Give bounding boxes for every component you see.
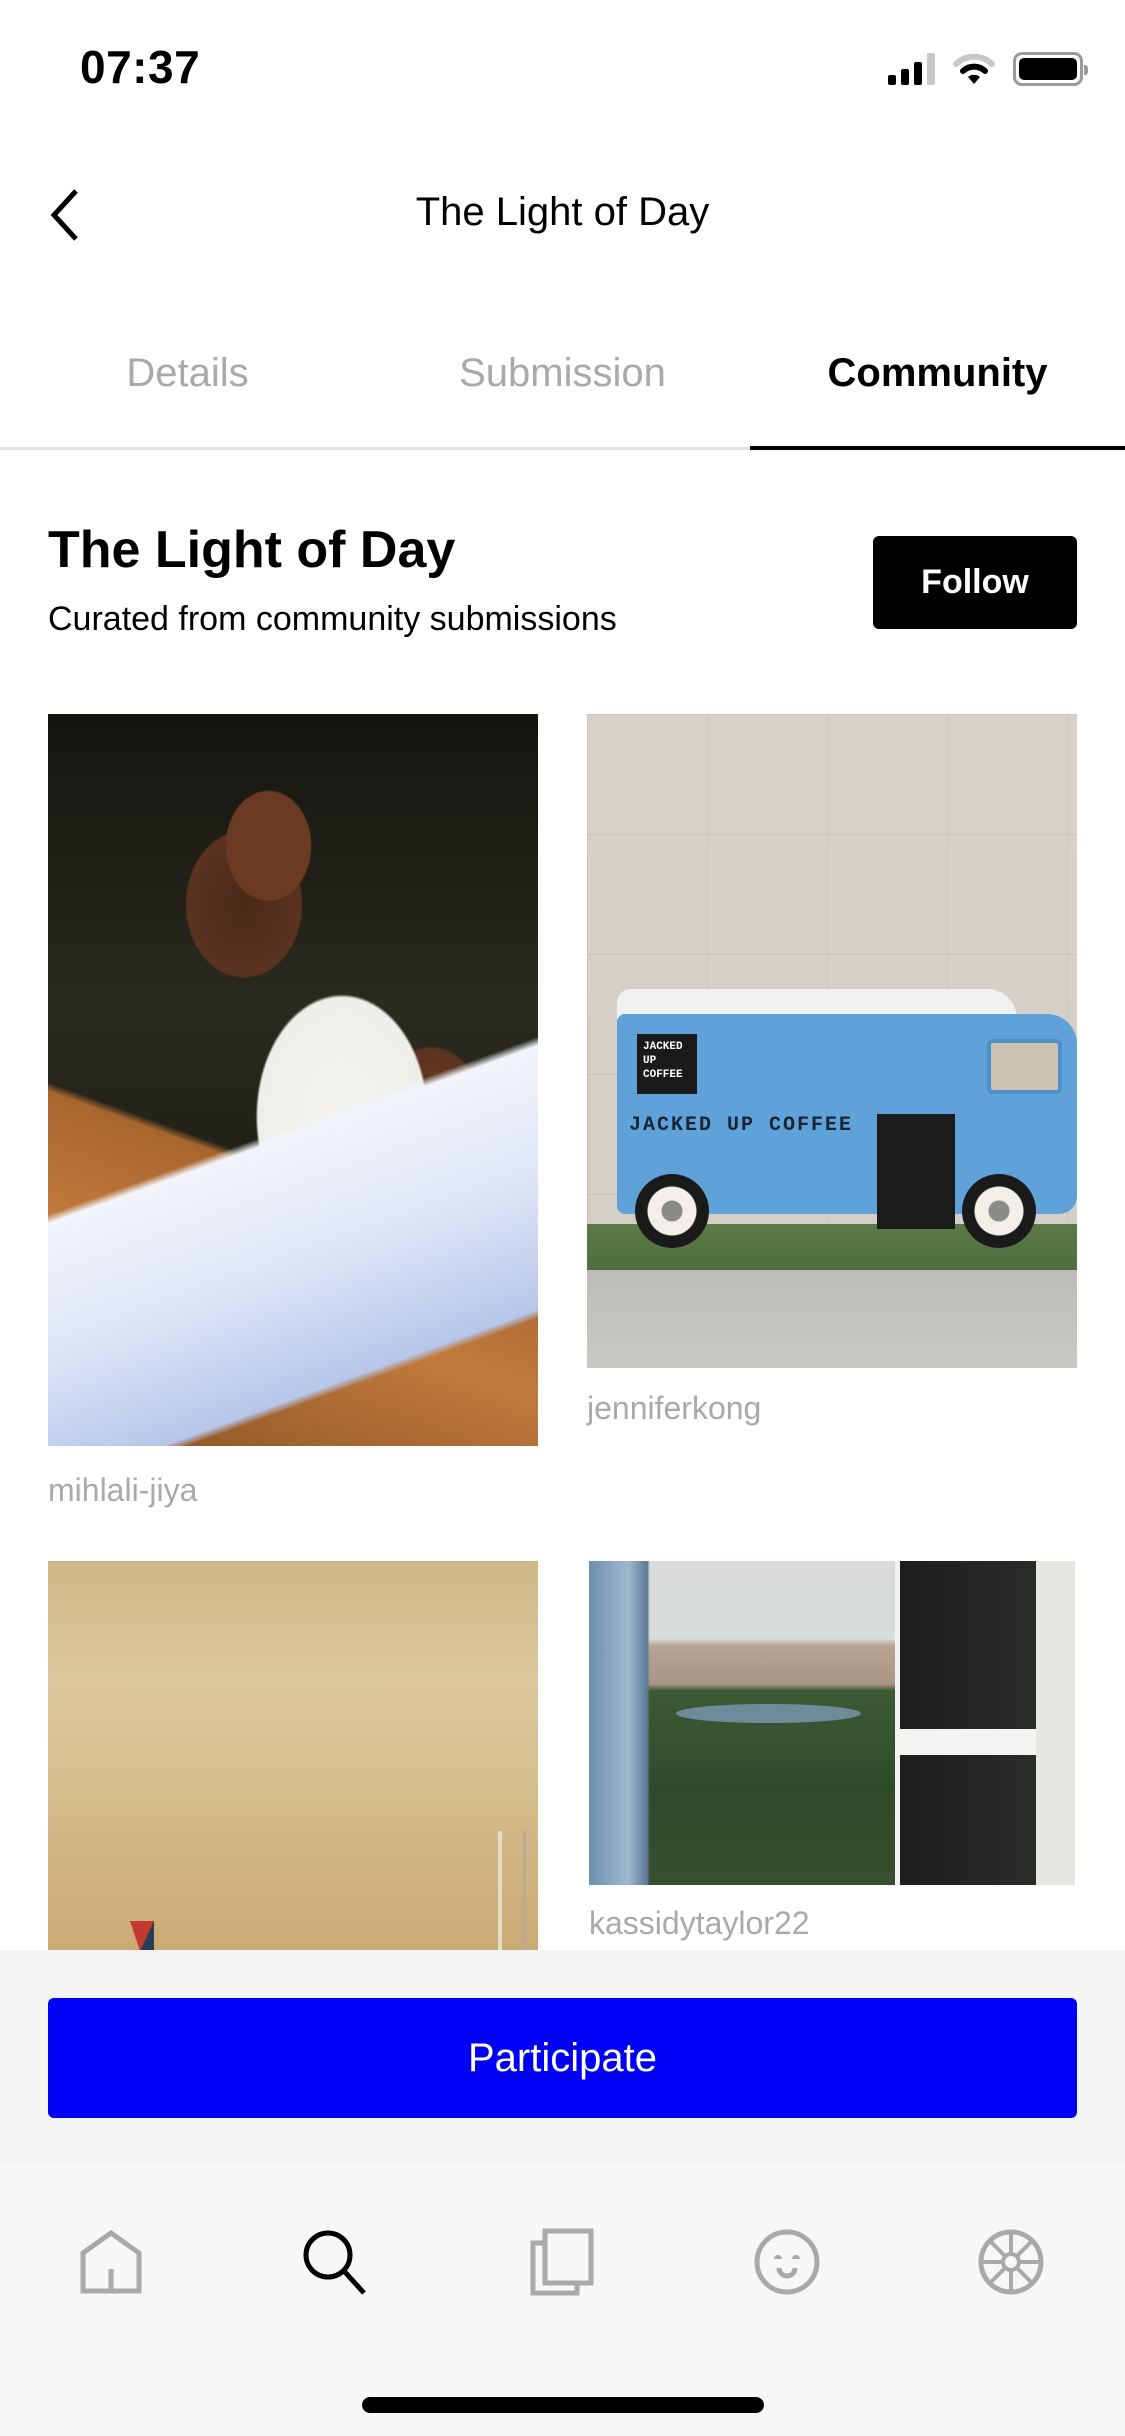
status-icons [888,52,1088,86]
tab-bar-collections[interactable] [517,2217,607,2307]
status-bar: 07:37 [0,0,1125,140]
submission-card[interactable]: JACKED UP COFFEE JACKED UP COFFEE jennif… [587,714,1077,1454]
submission-photo-coffee-truck[interactable]: JACKED UP COFFEE JACKED UP COFFEE [587,714,1077,1368]
home-indicator [362,2397,764,2413]
tab-details[interactable]: Details [0,300,375,447]
aperture-icon [978,2229,1044,2295]
search-icon [303,2230,366,2295]
navigation-bar: The Light of Day [0,160,1125,270]
nav-title: The Light of Day [415,190,710,234]
submission-photo-sky[interactable] [48,1561,538,1951]
tab-bar-home[interactable] [66,2217,156,2307]
coffee-truck-illustration: JACKED UP COFFEE JACKED UP COFFEE [617,989,1077,1248]
tab-bar-profile[interactable] [966,2217,1056,2307]
submission-photo-portrait[interactable] [48,714,538,1446]
tab-bar-search[interactable] [290,2217,380,2307]
submission-author[interactable]: jenniferkong [587,1390,761,1427]
plane-tail-shape [130,1921,154,1951]
participate-bar: Participate [0,1950,1125,2165]
truck-sign: JACKED UP COFFEE [637,1034,697,1094]
stacked-squares-icon [530,2228,594,2296]
wifi-icon [953,53,995,84]
smiley-icon [754,2229,820,2295]
tab-submission[interactable]: Submission [375,300,750,447]
submission-photo-city-park[interactable] [589,1561,1075,1885]
segment-tabs: Details Submission Community [0,300,1125,450]
tab-bar-activity[interactable] [742,2217,832,2307]
battery-icon [1013,52,1088,86]
section-subtitle: Curated from community submissions [48,600,617,638]
cellular-signal-icon [888,53,935,85]
home-icon [80,2229,142,2294]
tab-community[interactable]: Community [750,300,1125,450]
submission-card[interactable]: mihlali-jiya [48,714,538,1534]
bottom-tab-bar [0,2165,1125,2436]
submission-card[interactable]: kassidytaylor22 [589,1561,1075,1951]
status-time: 07:37 [80,41,201,93]
participate-button[interactable]: Participate [48,1998,1077,2118]
submission-author[interactable]: kassidytaylor22 [589,1905,810,1942]
truck-name: JACKED UP COFFEE [629,1114,854,1137]
section-title: The Light of Day [48,521,456,579]
crane-shape [498,1831,526,1951]
truck-menu-board [877,1114,955,1229]
follow-button[interactable]: Follow [873,536,1077,629]
submission-card[interactable] [48,1561,538,1951]
submission-author[interactable]: mihlali-jiya [48,1472,197,1509]
